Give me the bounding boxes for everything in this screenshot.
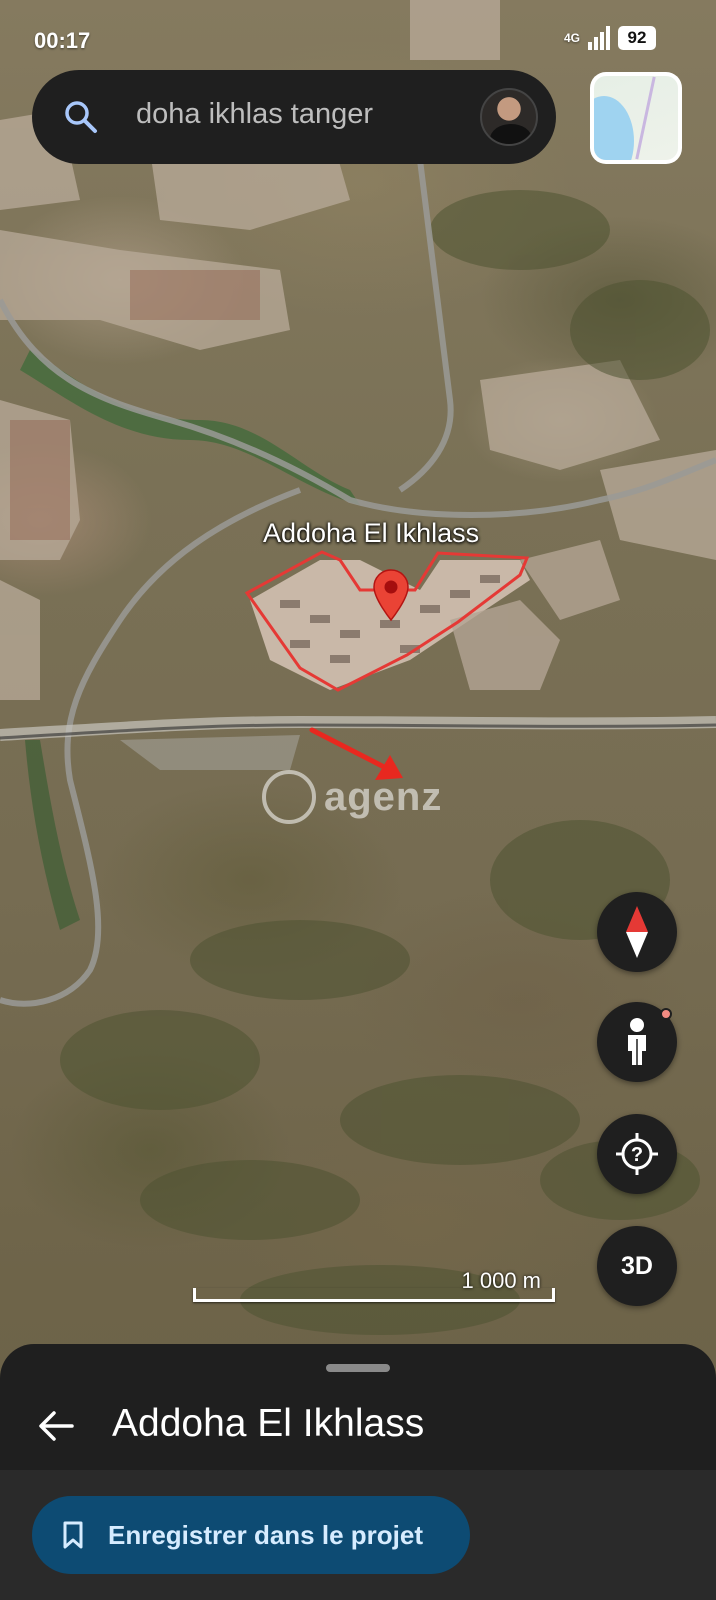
svg-text:?: ? [631, 1144, 643, 1166]
save-button-label: Enregistrer dans le projet [108, 1520, 423, 1550]
map-layers-button[interactable] [590, 72, 682, 164]
pegman-icon [628, 1018, 646, 1065]
my-location-button[interactable]: ? [597, 1114, 677, 1194]
sheet-title: Addoha El Ikhlass [112, 1402, 425, 1445]
watermark-logo-icon [262, 770, 316, 824]
signal-icon [588, 26, 610, 50]
save-to-project-button[interactable]: Enregistrer dans le projet [32, 1496, 470, 1574]
watermark-text: agenz [324, 774, 443, 819]
search-input[interactable]: doha ikhlas tanger [136, 98, 456, 131]
watermark: agenz [262, 770, 442, 824]
compass-button[interactable] [597, 892, 677, 972]
arrow-left-icon[interactable] [36, 1406, 76, 1446]
network-type: 4G [563, 31, 580, 45]
map-thumbnail [594, 76, 678, 160]
place-label[interactable]: Addoha El Ikhlass [263, 518, 479, 549]
battery-indicator: 92 [618, 26, 656, 50]
avatar[interactable] [480, 88, 538, 146]
bookmark-icon [63, 1521, 83, 1549]
status-icons: 4G 92 [564, 26, 656, 50]
bottom-sheet[interactable]: Addoha El Ikhlass Enregistrer dans le pr… [0, 1344, 716, 1600]
scale-line [193, 1288, 555, 1302]
drag-handle[interactable] [326, 1364, 390, 1372]
status-time: 00:17 [34, 28, 91, 53]
scale-bar: 1 000 m [193, 1268, 555, 1302]
search-icon[interactable] [64, 100, 98, 134]
compass-icon [626, 906, 648, 958]
search-bar[interactable]: doha ikhlas tanger [32, 70, 556, 164]
view-3d-button[interactable]: 3D [597, 1226, 677, 1306]
map-pin-icon[interactable] [372, 568, 410, 622]
my-location-icon: ? [616, 1133, 658, 1175]
notification-dot [660, 1008, 672, 1020]
